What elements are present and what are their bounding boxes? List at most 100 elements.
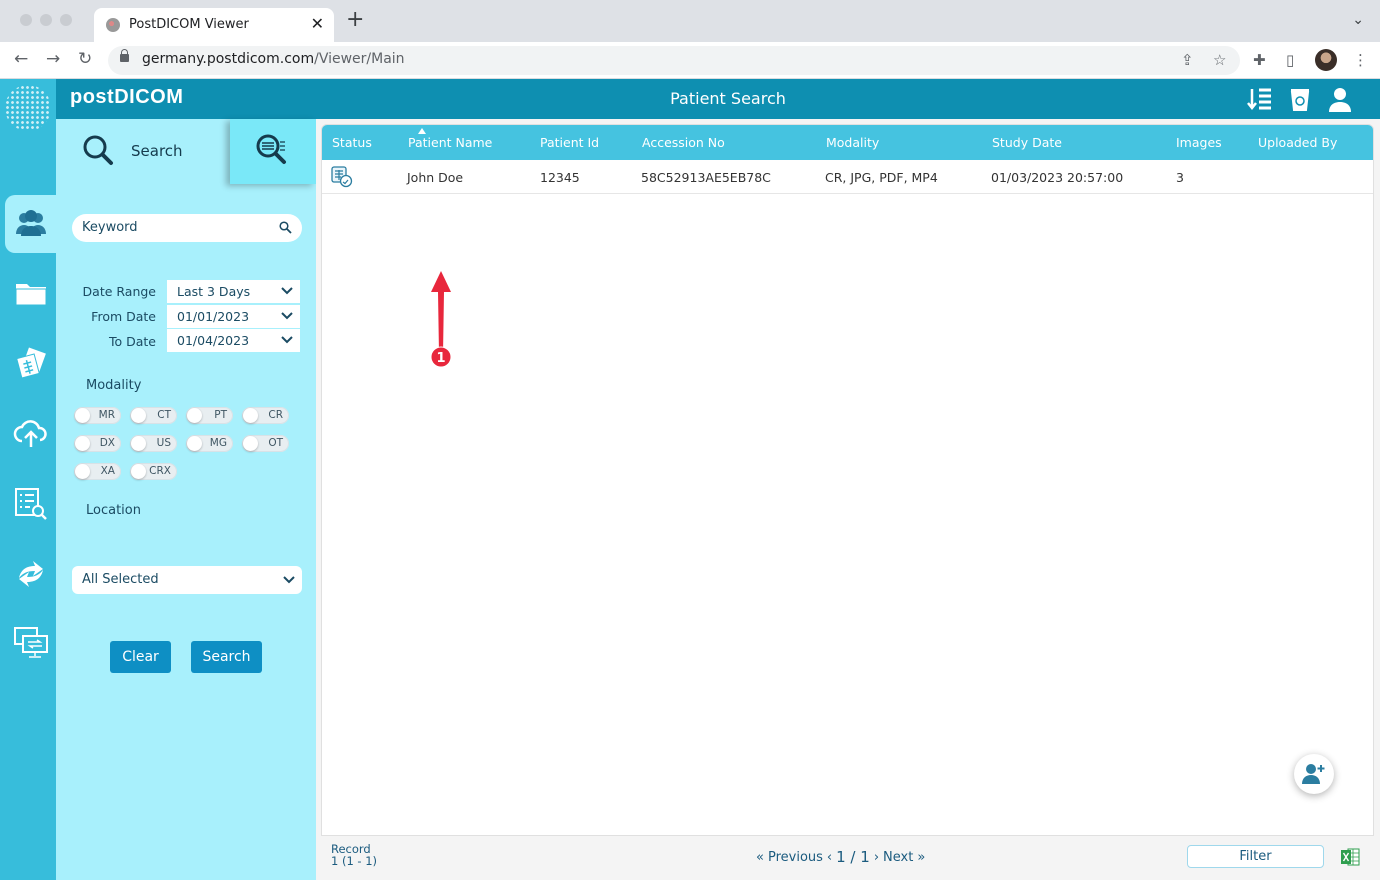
column-header-study-date[interactable]: Study Date <box>992 135 1062 150</box>
results-area: Status Patient Name Patient Id Accession… <box>316 119 1380 880</box>
modality-toggle-mg[interactable]: MG <box>186 435 233 452</box>
folder-icon <box>15 284 46 306</box>
browser-tab[interactable]: PostDICOM Viewer ✕ <box>94 8 334 42</box>
filter-button[interactable]: Filter <box>1187 845 1324 868</box>
browser-toolbar: ← → ↻ germany.postdicom.com/Viewer/Main … <box>0 42 1380 79</box>
location-select[interactable]: All Selected <box>72 566 302 594</box>
tab-close-icon[interactable]: ✕ <box>311 14 324 33</box>
excel-export-icon[interactable] <box>1340 848 1360 866</box>
lock-icon <box>120 49 129 62</box>
column-header-accession-no[interactable]: Accession No <box>642 135 725 150</box>
reload-icon[interactable]: ↻ <box>78 49 92 69</box>
modality-toggle-ct[interactable]: CT <box>130 407 177 424</box>
prev-chevron-icon[interactable]: ‹ <box>827 850 832 865</box>
patients-icon <box>15 210 46 236</box>
chevron-down-icon <box>281 336 293 344</box>
modality-toggle-ot[interactable]: OT <box>242 435 289 452</box>
xray-films-icon <box>15 347 46 379</box>
date-range-value: Last 3 Days <box>177 284 251 299</box>
modality-toggle-pt[interactable]: PT <box>186 407 233 424</box>
sort-list-icon[interactable] <box>1246 85 1274 113</box>
to-date-value: 01/04/2023 <box>177 333 250 348</box>
browser-menu-icon[interactable]: ⋮ <box>1353 51 1368 69</box>
search-button[interactable]: Search <box>191 641 262 673</box>
back-icon[interactable]: ← <box>14 49 28 69</box>
tab-advanced-search[interactable] <box>230 119 316 184</box>
chevron-down-icon <box>283 576 295 584</box>
modality-toggle-xa[interactable]: XA <box>74 463 121 480</box>
address-bar[interactable]: germany.postdicom.com/Viewer/Main ⇪ ☆ <box>108 46 1240 75</box>
user-profile-icon[interactable] <box>1326 85 1354 113</box>
add-patient-button[interactable] <box>1294 754 1334 794</box>
screen-transfer-icon <box>13 627 48 658</box>
recycle-bin-icon[interactable] <box>1286 85 1314 113</box>
window-close-button[interactable] <box>20 14 32 26</box>
column-header-modality[interactable]: Modality <box>826 135 879 150</box>
url-text: germany.postdicom.com/Viewer/Main <box>142 51 405 67</box>
cell-modality: CR, JPG, PDF, MP4 <box>825 170 938 185</box>
modality-toggle-us[interactable]: US <box>130 435 177 452</box>
advanced-search-icon <box>256 134 286 164</box>
next-chevron-icon[interactable]: › <box>874 850 879 865</box>
keyword-search-field[interactable] <box>72 214 302 242</box>
nav-transfer[interactable] <box>5 613 56 671</box>
favicon-icon <box>106 18 120 32</box>
keyword-search-icon[interactable] <box>279 221 292 234</box>
first-page-icon[interactable]: « <box>756 850 764 865</box>
nav-sync[interactable] <box>5 545 56 603</box>
bookmark-star-icon[interactable]: ☆ <box>1213 51 1226 69</box>
tab-list-chevron-icon[interactable]: ⌄ <box>1352 12 1364 28</box>
modality-label: Modality <box>86 378 142 393</box>
tab-search-label: Search <box>131 142 183 160</box>
report-status-icon[interactable] <box>331 166 353 188</box>
nav-folders[interactable] <box>5 264 56 322</box>
tab-search[interactable]: Search <box>56 119 230 184</box>
column-header-patient-id[interactable]: Patient Id <box>540 135 599 150</box>
next-page-link[interactable]: Next <box>883 850 913 865</box>
annotation-arrow: 1 <box>430 271 452 368</box>
share-icon[interactable]: ⇪ <box>1181 51 1194 69</box>
date-range-select[interactable]: Last 3 Days <box>167 280 300 303</box>
modality-toggle-cr[interactable]: CR <box>242 407 289 424</box>
to-date-select[interactable]: 01/04/2023 <box>167 329 300 352</box>
profile-avatar[interactable] <box>1315 49 1337 71</box>
window-minimize-button[interactable] <box>40 14 52 26</box>
new-tab-icon[interactable]: + <box>346 9 364 31</box>
cell-images: 3 <box>1176 170 1184 185</box>
extensions-icon[interactable]: ✚ <box>1253 51 1266 69</box>
column-header-status[interactable]: Status <box>332 135 372 150</box>
app: postDICOM Patient Search Search Date Ran… <box>0 79 1380 880</box>
cell-patient-id: 12345 <box>540 170 580 185</box>
browser-tabstrip: PostDICOM Viewer ✕ + ⌄ <box>0 0 1380 42</box>
modality-toggle-mr[interactable]: MR <box>74 407 121 424</box>
nav-patients[interactable] <box>5 195 56 253</box>
from-date-value: 01/01/2023 <box>177 309 250 324</box>
nav-studies[interactable] <box>5 335 56 393</box>
side-panel-icon[interactable]: ▯ <box>1286 51 1294 69</box>
sync-arrows-icon <box>18 561 43 587</box>
nav-worklist[interactable] <box>5 474 56 532</box>
table-row[interactable]: John Doe 12345 58C52913AE5EB78C CR, JPG,… <box>322 160 1373 194</box>
sort-ascending-icon <box>418 128 426 134</box>
app-header: postDICOM Patient Search <box>56 79 1380 119</box>
cell-patient-name: John Doe <box>407 170 464 185</box>
clear-button[interactable]: Clear <box>110 641 171 673</box>
cell-accession-no: 58C52913AE5EB78C <box>641 170 771 185</box>
previous-page-link[interactable]: Previous <box>768 850 823 865</box>
last-page-icon[interactable]: » <box>917 850 925 865</box>
column-header-images[interactable]: Images <box>1176 135 1222 150</box>
record-count: Record 1 (1 - 1) <box>331 842 378 868</box>
forward-icon[interactable]: → <box>46 49 60 69</box>
add-user-icon <box>1302 764 1325 784</box>
from-date-select[interactable]: 01/01/2023 <box>167 305 300 328</box>
column-header-uploaded-by[interactable]: Uploaded By <box>1258 135 1337 150</box>
to-date-label: To Date <box>108 334 156 349</box>
modality-toggle-dx[interactable]: DX <box>74 435 121 452</box>
nav-upload[interactable] <box>5 404 56 462</box>
search-panel: Search Date Range Last 3 Days From Date … <box>56 119 316 880</box>
cloud-upload-icon <box>13 420 47 447</box>
modality-toggle-crx[interactable]: CRX <box>130 463 177 480</box>
window-maximize-button[interactable] <box>60 14 72 26</box>
column-header-patient-name[interactable]: Patient Name <box>408 128 492 150</box>
keyword-input[interactable] <box>82 220 272 235</box>
